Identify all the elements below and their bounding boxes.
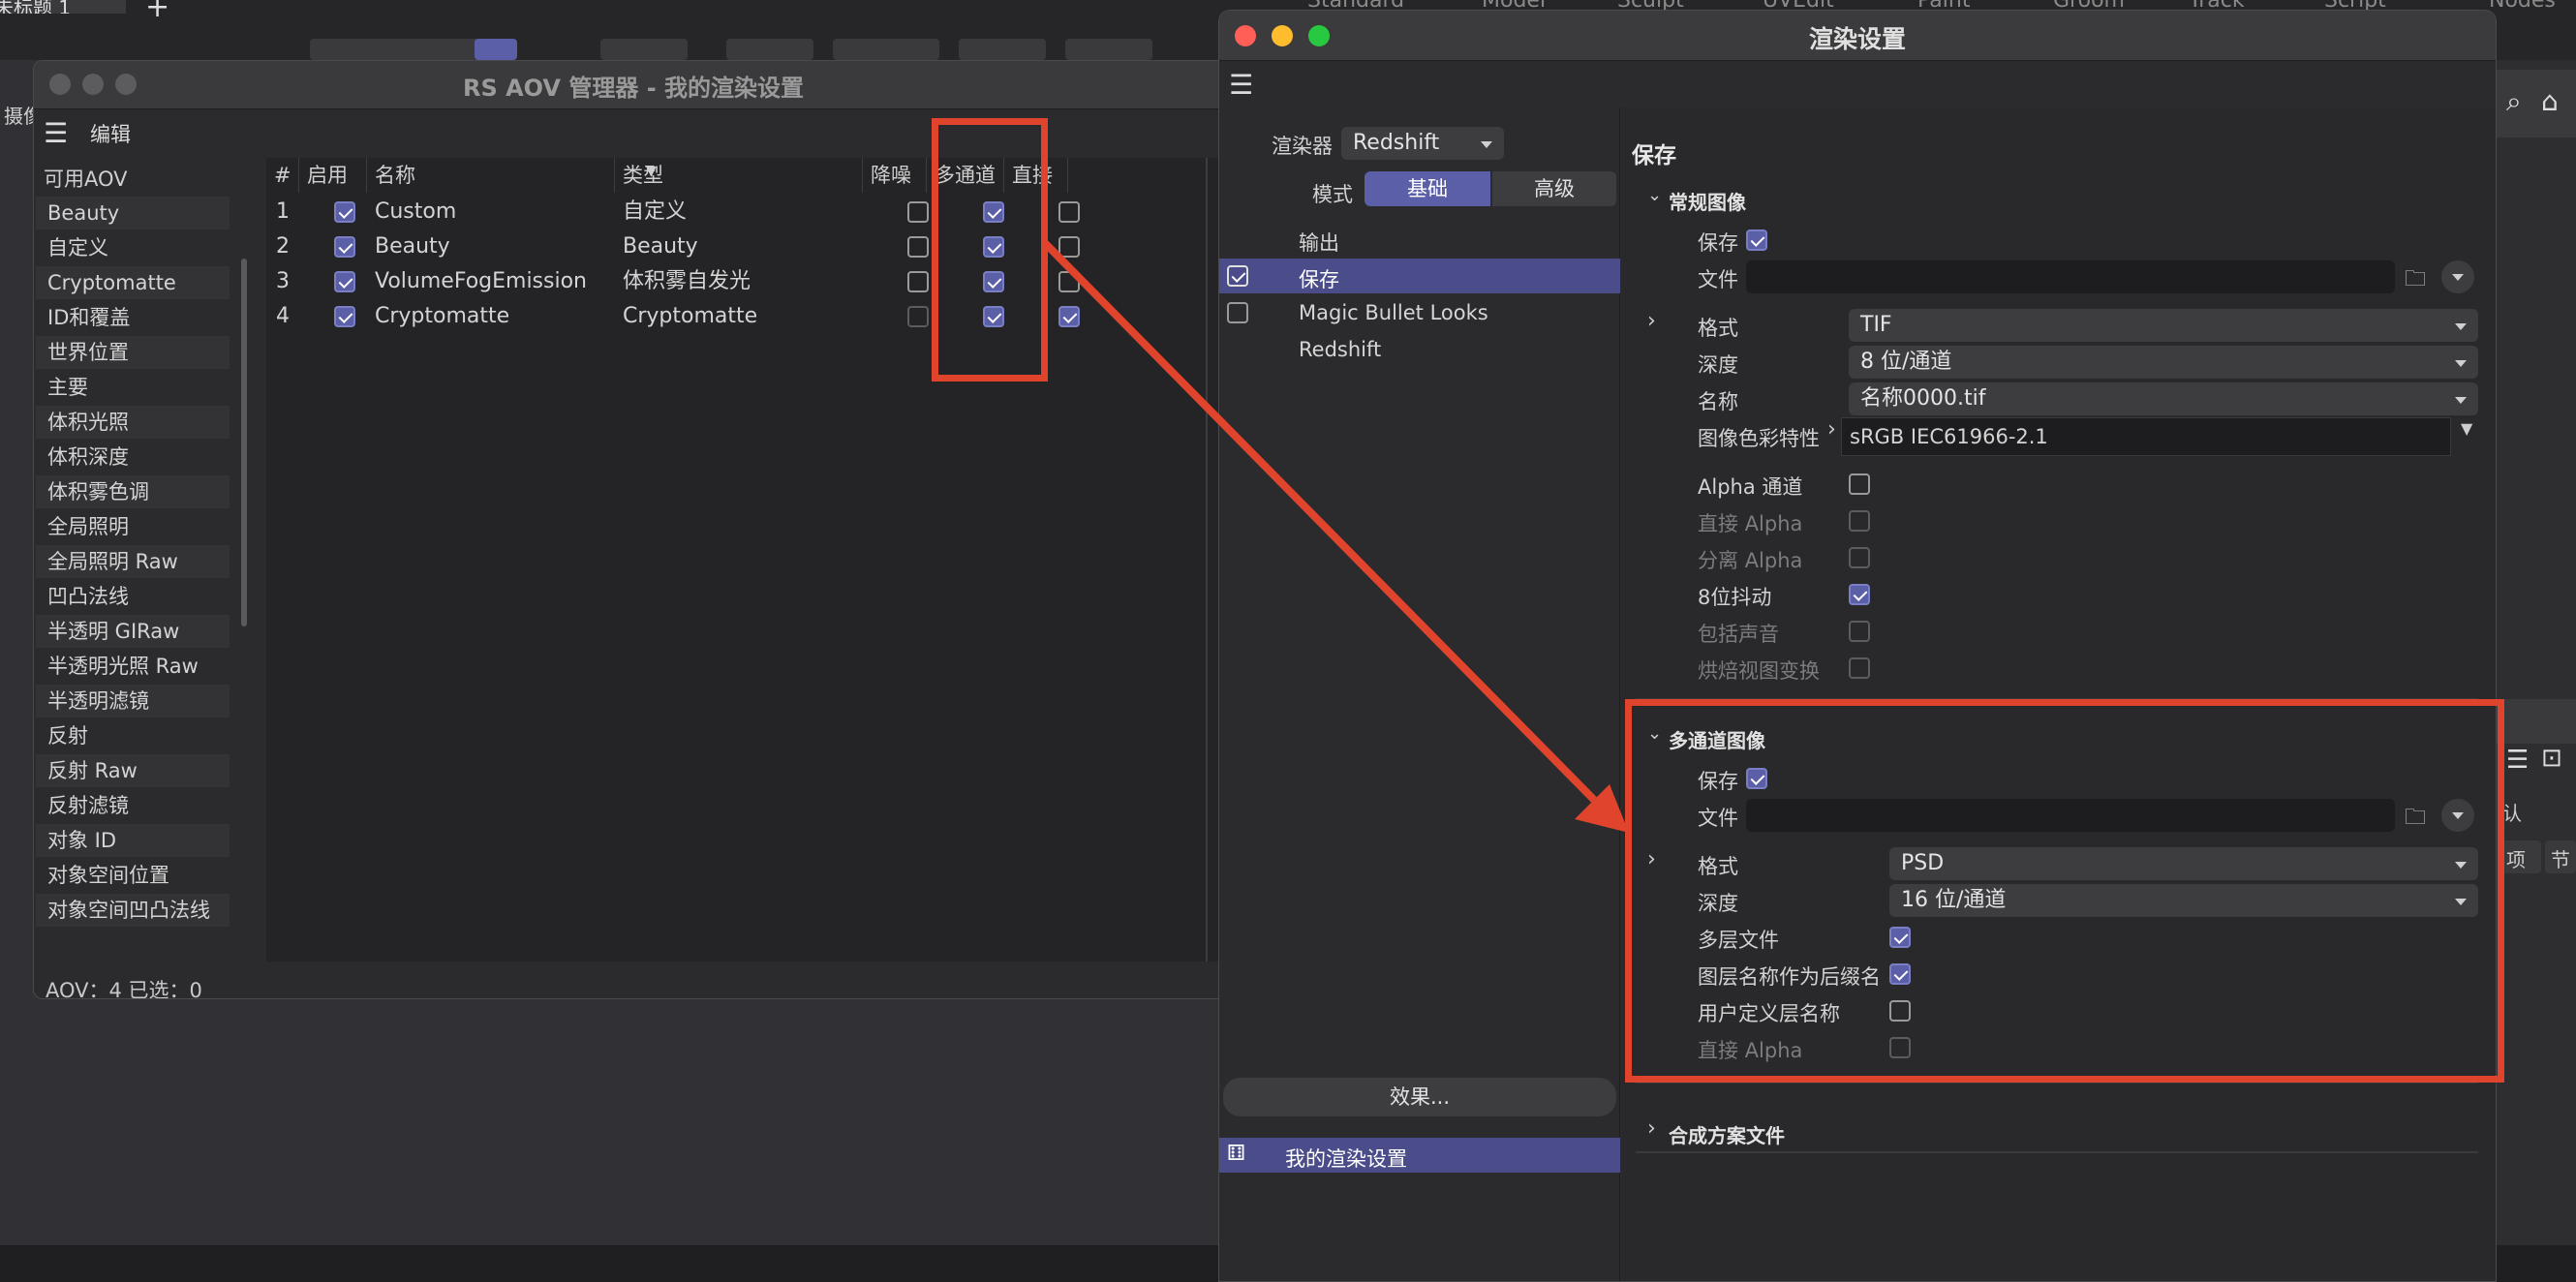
- arrow-line: [1041, 239, 1597, 803]
- highlight-arrow: [1041, 239, 1629, 833]
